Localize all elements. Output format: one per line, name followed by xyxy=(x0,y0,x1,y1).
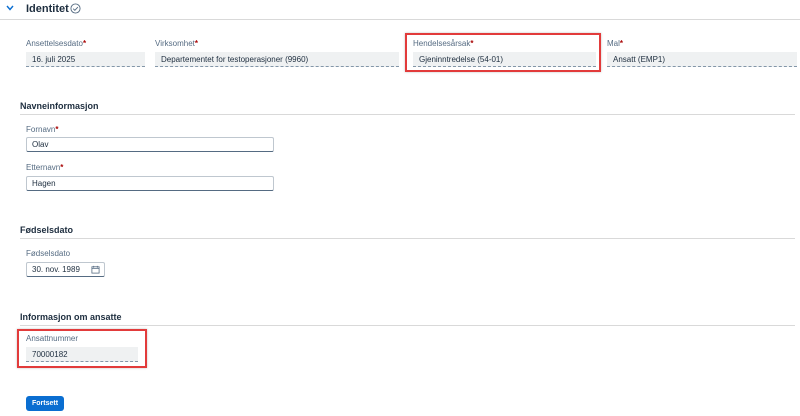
company-field: Departementet for testoperasjoner (9960) xyxy=(155,52,399,67)
last-name-input[interactable]: Hagen xyxy=(26,176,274,191)
section-title: Identitet xyxy=(26,3,69,15)
employee-group-divider xyxy=(20,325,795,326)
birth-group-title: Fødselsdato xyxy=(20,225,74,235)
birth-group-divider xyxy=(20,238,795,239)
continue-button[interactable]: Fortsett xyxy=(26,396,65,411)
section-header: Identitet xyxy=(0,0,800,20)
first-name-label: Fornavn* xyxy=(26,125,59,134)
name-group-title: Navneinformasjon xyxy=(20,101,99,111)
birth-date-value: 30. nov. 1989 xyxy=(32,265,80,274)
first-name-input[interactable]: Olav xyxy=(26,137,274,152)
birth-date-input[interactable]: 30. nov. 1989 xyxy=(26,262,105,277)
last-name-label: Etternavn* xyxy=(26,163,64,172)
chevron-down-icon[interactable] xyxy=(5,3,15,13)
template-label: Mal* xyxy=(607,39,624,48)
name-group-divider xyxy=(20,114,795,115)
birth-date-label: Fødselsdato xyxy=(26,249,71,258)
employee-number-highlight xyxy=(17,329,147,368)
hire-date-label: Ansettelsesdato* xyxy=(26,39,87,48)
hire-date-field: 16. juli 2025 xyxy=(26,52,145,67)
calendar-icon[interactable] xyxy=(91,265,100,274)
employee-group-title: Informasjon om ansatte xyxy=(20,312,122,322)
check-circle-icon xyxy=(70,3,81,14)
template-field: Ansatt (EMP1) xyxy=(607,52,797,67)
event-reason-highlight xyxy=(405,33,601,72)
company-label: Virksomhet* xyxy=(155,39,198,48)
